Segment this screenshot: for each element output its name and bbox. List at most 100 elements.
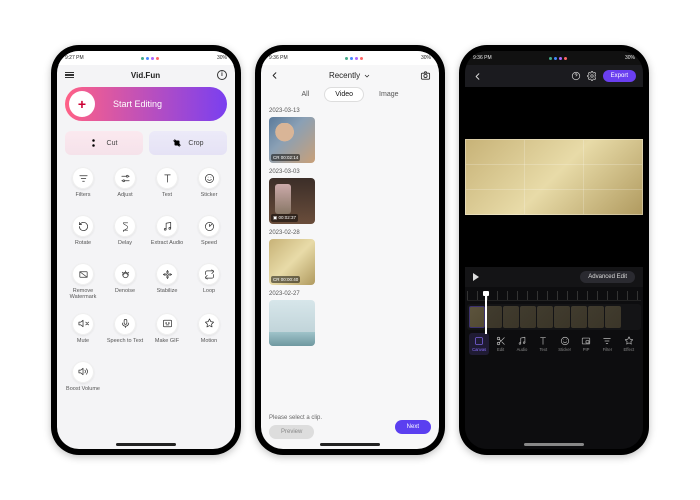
- editor-tool-label: Sticker: [558, 347, 571, 352]
- gesture-bar[interactable]: [524, 443, 584, 446]
- tool-remove-watermark[interactable]: Remove Watermark: [63, 259, 103, 307]
- clip-segment[interactable]: [537, 306, 553, 328]
- tool-text[interactable]: Text: [147, 163, 187, 209]
- status-battery: 30%: [625, 55, 635, 61]
- status-bar: 9:36 PM 30%: [465, 51, 643, 65]
- group-date: 2023-03-13: [269, 108, 431, 114]
- tool-extract-audio[interactable]: Extract Audio: [147, 211, 187, 257]
- camera-icon[interactable]: [420, 70, 431, 81]
- tool-label: Rotate: [75, 240, 91, 251]
- tab-video[interactable]: Video: [325, 88, 363, 101]
- tool-speech-to-text[interactable]: Speech to Text: [105, 309, 145, 355]
- timeline[interactable]: Canvas Edit Audio Text Sticker PIP Filter Effec…: [465, 287, 643, 449]
- editor-tool-pip[interactable]: PIP: [576, 333, 596, 355]
- editor-tool-filter[interactable]: Filter: [597, 333, 617, 355]
- sort-dropdown[interactable]: Recently: [329, 71, 371, 80]
- editor-toolbar: Canvas Edit Audio Text Sticker PIP Filter Effec…: [467, 330, 641, 355]
- phone-picker: 9:36 PM 30% Recently All Video Image 202…: [255, 45, 445, 455]
- tool-delay[interactable]: Delay: [105, 211, 145, 257]
- clip-segment[interactable]: [571, 306, 587, 328]
- group-date: 2023-02-27: [269, 291, 431, 297]
- tool-filters[interactable]: Filters: [63, 163, 103, 209]
- delay-icon: [114, 215, 136, 237]
- status-bar: 9:27 PM 30%: [57, 51, 235, 65]
- menu-icon[interactable]: [65, 72, 74, 78]
- play-button[interactable]: [473, 273, 479, 281]
- tool-stabilize[interactable]: Stabilize: [147, 259, 187, 307]
- tool-label: Motion: [201, 338, 218, 349]
- tool-rotate[interactable]: Rotate: [63, 211, 103, 257]
- duration-badge: CR 00:02:14: [271, 154, 300, 161]
- crop-icon: [172, 138, 182, 148]
- editor-tool-label: PIP: [583, 347, 590, 352]
- tab-image[interactable]: Image: [369, 88, 408, 101]
- tool-label: Remove Watermark: [63, 288, 103, 301]
- tool-label: Speech to Text: [107, 338, 143, 349]
- tool-adjust[interactable]: Adjust: [105, 163, 145, 209]
- tool-loop[interactable]: Loop: [189, 259, 229, 307]
- status-time: 9:36 PM: [269, 55, 288, 61]
- editor-tool-canvas[interactable]: Canvas: [469, 333, 489, 355]
- tool-denoise[interactable]: Denoise: [105, 259, 145, 307]
- tool-label: Extract Audio: [151, 240, 183, 251]
- time-ruler[interactable]: [467, 291, 641, 301]
- gesture-bar[interactable]: [320, 443, 380, 446]
- tool-label: Denoise: [115, 288, 135, 299]
- duration-badge: CR 00:00:40: [271, 276, 300, 283]
- editor-tool-edit[interactable]: Edit: [490, 333, 510, 355]
- status-time: 9:27 PM: [65, 55, 84, 61]
- back-icon[interactable]: [269, 70, 280, 81]
- video-thumbnail[interactable]: ▣ 00:02:37: [269, 178, 315, 224]
- tool-speed[interactable]: Speed: [189, 211, 229, 257]
- start-editing-label: Start Editing: [113, 99, 162, 109]
- back-icon[interactable]: [472, 71, 483, 82]
- crop-button[interactable]: Crop: [149, 131, 227, 155]
- speech-to-text-icon: [114, 313, 136, 335]
- video-thumbnail[interactable]: CR 00:00:40: [269, 239, 315, 285]
- clip-segment[interactable]: [605, 306, 621, 328]
- speed-icon: [198, 215, 220, 237]
- select-hint: Please select a clip.: [269, 415, 322, 421]
- export-button[interactable]: Export: [603, 70, 636, 82]
- sticker-icon: [560, 336, 570, 346]
- clip-segment[interactable]: [520, 306, 536, 328]
- stabilize-icon: [156, 263, 178, 285]
- tool-mute[interactable]: Mute: [63, 309, 103, 355]
- editor-tool-label: Audio: [517, 347, 528, 352]
- gesture-bar[interactable]: [116, 443, 176, 446]
- video-thumbnail[interactable]: CR 00:02:14: [269, 117, 315, 163]
- tool-label: Adjust: [117, 192, 132, 203]
- tool-motion[interactable]: Motion: [189, 309, 229, 355]
- next-button[interactable]: Next: [395, 420, 431, 434]
- sticker-icon: [198, 167, 220, 189]
- start-editing-button[interactable]: + Start Editing: [65, 87, 227, 121]
- edit-icon: [496, 336, 506, 346]
- clip-segment[interactable]: [469, 306, 485, 328]
- clip-segment[interactable]: [588, 306, 604, 328]
- cut-button[interactable]: Cut: [65, 131, 143, 155]
- video-preview[interactable]: [465, 87, 643, 267]
- editor-tool-sticker[interactable]: Sticker: [555, 333, 575, 355]
- clip-segment[interactable]: [554, 306, 570, 328]
- editor-tool-label: Canvas: [472, 347, 486, 352]
- tab-all[interactable]: All: [291, 88, 319, 101]
- advanced-edit-button[interactable]: Advanced Edit: [580, 271, 635, 283]
- effect-icon: [624, 336, 634, 346]
- video-track[interactable]: [467, 304, 641, 330]
- video-thumbnail[interactable]: ▣ 00:00:07: [269, 300, 315, 346]
- editor-tool-effect[interactable]: Effect: [619, 333, 639, 355]
- editor-tool-audio[interactable]: Audio: [512, 333, 532, 355]
- info-icon[interactable]: i: [217, 70, 227, 80]
- duration-badge: ▣ 00:02:37: [271, 214, 298, 222]
- tool-make-gif[interactable]: Make GIF: [147, 309, 187, 355]
- clip-segment[interactable]: [486, 306, 502, 328]
- editor-tool-text[interactable]: Text: [533, 333, 553, 355]
- settings-icon[interactable]: [587, 71, 597, 81]
- editor-tool-label: Effect: [623, 347, 634, 352]
- tool-sticker[interactable]: Sticker: [189, 163, 229, 209]
- help-icon[interactable]: [571, 71, 581, 81]
- denoise-icon: [114, 263, 136, 285]
- tool-boost-volume[interactable]: Boost Volume: [63, 357, 103, 403]
- clip-segment[interactable]: [503, 306, 519, 328]
- playhead[interactable]: [485, 294, 487, 334]
